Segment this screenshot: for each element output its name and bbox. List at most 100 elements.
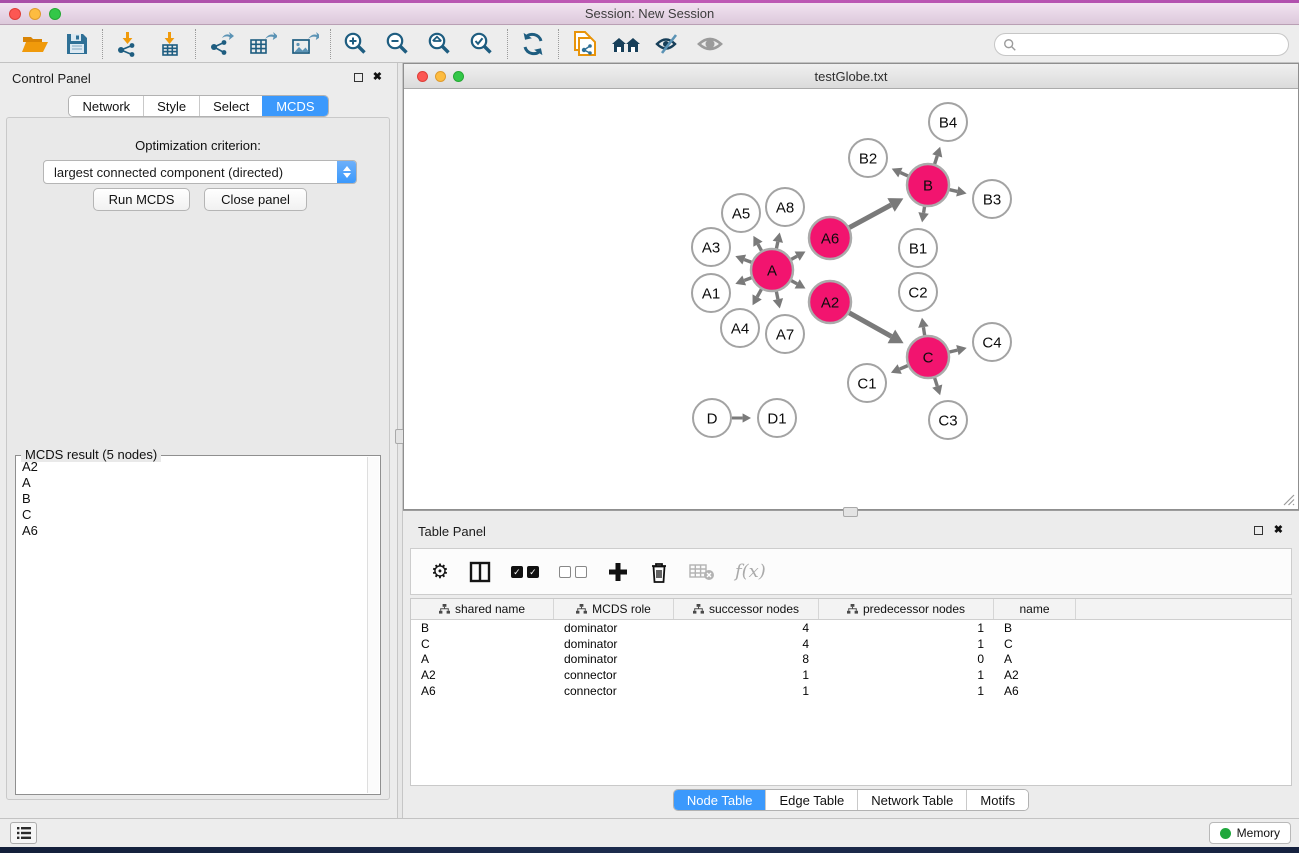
result-list-item[interactable]: B xyxy=(19,491,366,507)
graph-edge-A-A3[interactable] xyxy=(735,255,751,265)
optimization-criterion-dropdown[interactable]: largest connected component (directed) xyxy=(43,160,357,184)
column-header-mcds-role[interactable]: MCDS role xyxy=(554,599,674,619)
import-table-icon[interactable] xyxy=(154,29,186,59)
graph-node-B1[interactable]: B1 xyxy=(899,229,937,267)
copy-style-icon[interactable] xyxy=(568,29,600,59)
show-graphics-icon[interactable] xyxy=(694,29,726,59)
graph-node-B[interactable]: B xyxy=(907,164,949,206)
zoom-selected-icon[interactable] xyxy=(466,29,498,59)
search-input[interactable] xyxy=(1017,38,1280,52)
graph-edge-B-B2[interactable] xyxy=(892,168,908,178)
result-list-item[interactable]: C xyxy=(19,507,366,523)
column-header-successor-nodes[interactable]: successor nodes xyxy=(674,599,819,619)
tab-edge-table[interactable]: Edge Table xyxy=(765,790,857,810)
graph-node-A[interactable]: A xyxy=(751,249,793,291)
graph-node-A6[interactable]: A6 xyxy=(809,217,851,259)
graph-edge-A-A5[interactable] xyxy=(753,236,762,251)
result-list-item[interactable]: A2 xyxy=(19,459,366,475)
float-panel-icon[interactable] xyxy=(354,73,363,82)
zoom-fit-icon[interactable] xyxy=(424,29,456,59)
dropdown-stepper-icon[interactable] xyxy=(337,161,356,183)
graph-edge-A-A6[interactable] xyxy=(791,252,805,261)
network-graph[interactable]: B4 B2 B B3 A5A8A6 A3 B1 A A1 C2 A2 A4A7 C C4 C1 C3 D D1 xyxy=(405,90,1298,510)
task-history-button[interactable] xyxy=(10,822,37,844)
graph-node-A7[interactable]: A7 xyxy=(766,315,804,353)
result-scrollbar[interactable] xyxy=(367,457,379,793)
zoom-out-icon[interactable] xyxy=(382,29,414,59)
function-builder-icon[interactable]: f(x) xyxy=(735,561,766,582)
result-list-item[interactable]: A6 xyxy=(19,523,366,539)
column-header-shared-name[interactable]: shared name xyxy=(411,599,554,619)
table-row[interactable]: A6connector11A6 xyxy=(411,683,1291,699)
table-row[interactable]: Adominator80A xyxy=(411,652,1291,668)
graph-edge-A-A1[interactable] xyxy=(735,276,751,286)
graph-node-B3[interactable]: B3 xyxy=(973,180,1011,218)
memory-button[interactable]: Memory xyxy=(1209,822,1291,844)
graph-edge-A-A7[interactable] xyxy=(773,292,783,309)
show-columns-icon[interactable] xyxy=(469,561,491,583)
graph-node-D[interactable]: D xyxy=(693,399,731,437)
open-session-icon[interactable] xyxy=(19,29,51,59)
table-row[interactable]: A2connector11A2 xyxy=(411,667,1291,683)
graph-node-C2[interactable]: C2 xyxy=(899,273,937,311)
refresh-icon[interactable] xyxy=(517,29,549,59)
graph-node-C1[interactable]: C1 xyxy=(848,364,886,402)
graph-node-C3[interactable]: C3 xyxy=(929,401,967,439)
import-network-icon[interactable] xyxy=(112,29,144,59)
close-panel-button[interactable]: Close panel xyxy=(204,188,307,211)
add-column-icon[interactable] xyxy=(607,561,629,583)
tab-node-table[interactable]: Node Table xyxy=(674,790,766,810)
tab-mcds[interactable]: MCDS xyxy=(262,96,327,116)
export-image-icon[interactable] xyxy=(289,29,321,59)
run-mcds-button[interactable]: Run MCDS xyxy=(93,188,190,211)
graph-node-C[interactable]: C xyxy=(907,336,949,378)
float-table-panel-icon[interactable] xyxy=(1254,526,1263,535)
graph-edge-B-B4[interactable] xyxy=(932,147,942,164)
panel-splitter-horizontal[interactable] xyxy=(403,510,1299,517)
settings-gear-icon[interactable]: ⚙ xyxy=(431,562,449,582)
export-table-icon[interactable] xyxy=(247,29,279,59)
result-list-item[interactable]: A xyxy=(19,475,366,491)
tab-network[interactable]: Network xyxy=(69,96,143,116)
export-network-icon[interactable] xyxy=(205,29,237,59)
graph-edge-A-A8[interactable] xyxy=(773,232,783,248)
mcds-result-list[interactable]: A2ABCA6 xyxy=(19,459,366,791)
unselect-all-checkboxes-icon[interactable] xyxy=(559,566,587,578)
zoom-in-icon[interactable] xyxy=(340,29,372,59)
table-row[interactable]: Cdominator41C xyxy=(411,636,1291,652)
graph-edge-A-A4[interactable] xyxy=(753,289,762,305)
graph-node-B4[interactable]: B4 xyxy=(929,103,967,141)
home-layout-icon[interactable] xyxy=(610,29,642,59)
column-header-predecessor-nodes[interactable]: predecessor nodes xyxy=(819,599,994,619)
tab-motifs[interactable]: Motifs xyxy=(966,790,1028,810)
tab-network-table[interactable]: Network Table xyxy=(857,790,966,810)
graph-edge-C-C4[interactable] xyxy=(949,345,966,355)
graph-edge-A2-C[interactable] xyxy=(849,313,903,344)
delete-column-icon[interactable] xyxy=(649,561,669,583)
graph-edge-B-B1[interactable] xyxy=(918,207,928,223)
close-panel-icon[interactable]: ✖ xyxy=(373,70,382,83)
tab-select[interactable]: Select xyxy=(199,96,262,116)
window-resize-grip[interactable] xyxy=(1281,492,1295,506)
graph-node-C4[interactable]: C4 xyxy=(973,323,1011,361)
column-header-name[interactable]: name xyxy=(994,599,1076,619)
graph-edge-C-C1[interactable] xyxy=(891,364,908,374)
graph-edge-C-C3[interactable] xyxy=(932,378,942,395)
graph-edge-B-B3[interactable] xyxy=(949,186,966,196)
select-all-checkboxes-icon[interactable]: ✓✓ xyxy=(511,566,539,578)
close-table-panel-icon[interactable]: ✖ xyxy=(1274,523,1283,536)
graph-node-A8[interactable]: A8 xyxy=(766,188,804,226)
table-row[interactable]: Bdominator41B xyxy=(411,620,1291,636)
graph-node-B2[interactable]: B2 xyxy=(849,139,887,177)
delete-table-icon[interactable] xyxy=(689,562,715,582)
graph-node-D1[interactable]: D1 xyxy=(758,399,796,437)
graph-node-A1[interactable]: A1 xyxy=(692,274,730,312)
graph-edge-A-A2[interactable] xyxy=(791,279,805,288)
graph-node-A2[interactable]: A2 xyxy=(809,281,851,323)
graph-node-A4[interactable]: A4 xyxy=(721,309,759,347)
graph-node-A5[interactable]: A5 xyxy=(722,194,760,232)
graph-edge-A6-B[interactable] xyxy=(849,198,903,227)
graph-node-A3[interactable]: A3 xyxy=(692,228,730,266)
splitter-grip[interactable] xyxy=(843,507,858,517)
graph-edge-D-D1[interactable] xyxy=(732,413,751,422)
